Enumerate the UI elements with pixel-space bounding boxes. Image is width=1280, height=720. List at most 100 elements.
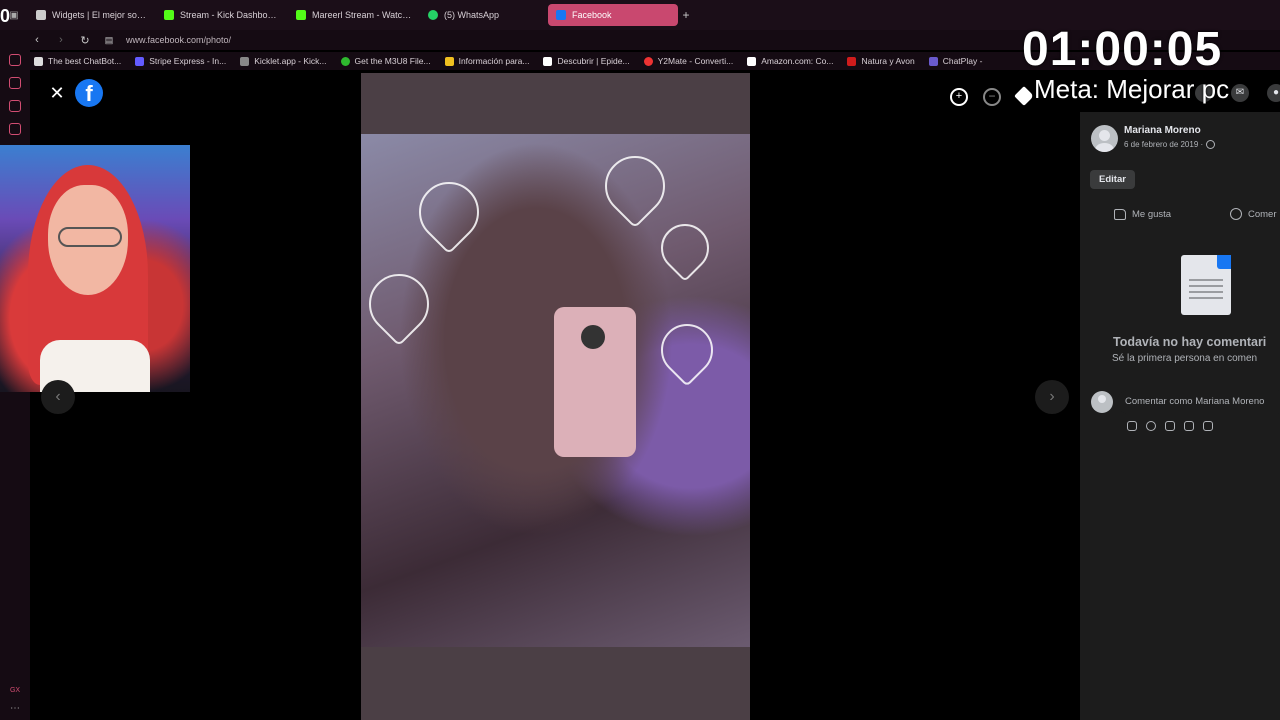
m3u8-icon xyxy=(340,56,350,66)
camera-icon[interactable] xyxy=(1165,421,1175,431)
globe-icon xyxy=(1206,140,1216,149)
commenter-avatar xyxy=(1091,391,1113,413)
back-icon[interactable]: ‹ xyxy=(30,34,44,46)
lock-icon[interactable]: ▤ xyxy=(102,35,116,46)
edge-glyph: 0 xyxy=(0,6,11,26)
bookmark-label: Stripe Express - In... xyxy=(149,56,227,66)
epidemic-icon xyxy=(543,56,553,66)
avatar-sticker-icon[interactable] xyxy=(1127,421,1137,431)
document-icon xyxy=(1181,255,1231,315)
comment-icon xyxy=(1230,208,1242,220)
stream-timer: 01:00:05 xyxy=(1022,23,1223,76)
like-button[interactable]: Me gusta xyxy=(1114,208,1230,220)
comment-input[interactable]: Comentar como Mariana Moreno xyxy=(1117,390,1280,414)
bookmark-label: Get the M3U8 File... xyxy=(354,56,431,66)
shop-icon[interactable] xyxy=(9,77,21,89)
heart-doodle xyxy=(650,313,724,387)
music-icon[interactable] xyxy=(9,123,21,135)
whatsapp-favicon-icon xyxy=(428,10,438,20)
bookmark-item[interactable]: Y2Mate - Converti... xyxy=(643,56,734,66)
url-field[interactable]: www.facebook.com/photo/ xyxy=(126,35,231,45)
author-name[interactable]: Mariana Moreno xyxy=(1124,125,1201,136)
bookmark-label: ChatPlay - xyxy=(942,56,983,66)
bookmark-item[interactable]: Información para... xyxy=(444,56,529,66)
bookmark-item[interactable]: Descubrir | Epide... xyxy=(543,56,630,66)
amazon-icon xyxy=(747,56,757,66)
previous-photo-button[interactable]: ‹ xyxy=(41,380,75,414)
doc-line xyxy=(1189,279,1223,281)
bookmark-item[interactable]: Stripe Express - In... xyxy=(135,56,226,66)
bookmark-label: Amazon.com: Co... xyxy=(761,56,834,66)
comment-label: Comer xyxy=(1248,208,1277,220)
no-comments-subtitle: Sé la primera persona en comen xyxy=(1112,353,1258,364)
details-panel: Mariana Moreno 6 de febrero de 2019 · Ed… xyxy=(1080,112,1280,720)
tab-widgets[interactable]: Widgets | El mejor softwa xyxy=(28,4,156,26)
webcam-glasses xyxy=(58,227,122,247)
comment-button[interactable]: Comer xyxy=(1230,208,1280,220)
kicklet-icon xyxy=(240,56,250,66)
heart-doodle xyxy=(651,214,719,282)
comment-tools xyxy=(1127,421,1213,431)
reload-icon[interactable]: ↻ xyxy=(78,34,92,47)
bookmark-item[interactable]: Kicklet.app - Kick... xyxy=(240,56,327,66)
post-date-text: 6 de febrero de 2019 · xyxy=(1124,140,1204,149)
sticker-icon[interactable] xyxy=(1203,421,1213,431)
webcam-overlay xyxy=(0,145,190,392)
stream-goal: Meta: Mejorar pc xyxy=(1034,74,1230,104)
tab-kick-dashboard[interactable]: Stream - Kick Dashboard xyxy=(156,4,288,26)
tab-label: Widgets | El mejor softwa xyxy=(52,10,148,20)
messenger-icon[interactable]: ✉ xyxy=(1231,84,1249,102)
doc-line xyxy=(1189,291,1223,293)
forward-icon[interactable]: › xyxy=(54,34,68,46)
facebook-favicon-icon xyxy=(556,10,566,20)
emoji-icon[interactable] xyxy=(1146,421,1156,431)
bookmark-item[interactable]: Get the M3U8 File... xyxy=(340,56,431,66)
photo-frame xyxy=(361,73,750,720)
bookmark-label: Natura y Avon xyxy=(861,56,915,66)
bookmark-label: The best ChatBot... xyxy=(48,56,122,66)
gif-icon[interactable] xyxy=(1184,421,1194,431)
like-label: Me gusta xyxy=(1132,208,1172,220)
chatplay-icon xyxy=(928,56,938,66)
doc-line xyxy=(1189,297,1223,299)
zoom-out-icon[interactable]: − xyxy=(983,88,1001,106)
photo xyxy=(361,134,750,647)
like-icon xyxy=(1114,208,1126,220)
gx-label: GX xyxy=(9,687,21,694)
messenger-icon[interactable] xyxy=(9,54,21,66)
tab-kick-watch[interactable]: Mareerl Stream - Watch L xyxy=(288,4,420,26)
bookmark-item[interactable]: Amazon.com: Co... xyxy=(747,56,833,66)
bookmark-item[interactable]: ChatPlay - xyxy=(928,56,983,66)
tab-label: Facebook xyxy=(572,10,612,20)
widgets-favicon-icon xyxy=(36,10,46,20)
zoom-in-icon[interactable]: + xyxy=(950,88,968,106)
heart-doodle xyxy=(406,169,492,255)
instagram-icon[interactable] xyxy=(9,100,21,112)
bookmark-label: Y2Mate - Converti... xyxy=(657,56,734,66)
post-date: 6 de febrero de 2019 · xyxy=(1124,140,1216,149)
post-actions: Me gusta Comer xyxy=(1114,208,1280,220)
author-avatar[interactable] xyxy=(1091,125,1118,152)
facebook-logo-icon[interactable]: f xyxy=(75,79,103,107)
bookmark-item[interactable]: The best ChatBot... xyxy=(34,56,121,66)
stripe-icon xyxy=(135,56,145,66)
edit-button[interactable]: Editar xyxy=(1090,170,1135,189)
phone xyxy=(554,307,636,457)
tag-icon[interactable] xyxy=(1014,86,1034,106)
tab-whatsapp[interactable]: (5) WhatsApp xyxy=(420,4,548,26)
next-photo-button[interactable]: › xyxy=(1035,380,1069,414)
kick-favicon-icon xyxy=(164,10,174,20)
doc-line xyxy=(1189,285,1223,287)
tab-label: Stream - Kick Dashboard xyxy=(180,10,280,20)
heart-doodle xyxy=(361,261,442,347)
tab-label: Mareerl Stream - Watch L xyxy=(312,10,412,20)
tab-facebook[interactable]: Facebook xyxy=(548,4,678,26)
more-icon[interactable]: ⋯ xyxy=(10,703,20,714)
new-tab-button[interactable]: + xyxy=(678,8,694,22)
close-icon[interactable]: ✕ xyxy=(48,84,66,102)
chatbot-icon xyxy=(34,56,43,66)
bookmark-item[interactable]: Natura y Avon xyxy=(847,56,915,66)
no-comments-title: Todavía no hay comentari xyxy=(1113,335,1267,349)
tab-label: (5) WhatsApp xyxy=(444,10,500,20)
notifications-icon[interactable]: ● xyxy=(1267,84,1280,102)
